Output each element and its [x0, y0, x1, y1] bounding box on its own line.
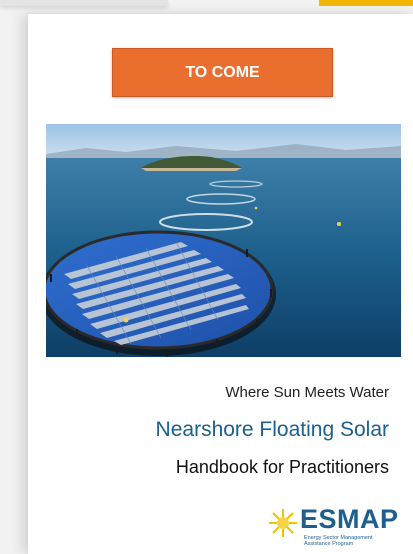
cover-subtitle: Handbook for Practitioners: [175, 457, 389, 477]
floating-solar-photo: [46, 124, 401, 357]
to-come-button[interactable]: TO COME: [112, 48, 333, 97]
top-left-tab: [0, 0, 168, 6]
cover-tagline: Where Sun Meets Water: [225, 384, 389, 401]
sun-icon: [269, 509, 297, 537]
esmap-logo: ESMAP Energy Sector Management Assistanc…: [268, 504, 403, 550]
cover-card: TO COME Where Sun Meets Water Nearshore …: [28, 14, 413, 554]
logo-subtitle-line2: Assistance Program: [304, 541, 354, 547]
logo-wordmark: ESMAP: [300, 504, 399, 534]
to-come-label: TO COME: [185, 63, 260, 81]
cover-title: Nearshore Floating Solar: [155, 418, 389, 441]
top-right-accent-bar: [319, 0, 413, 6]
logo-subtitle: Energy Sector Management Assistance Prog…: [304, 535, 372, 547]
